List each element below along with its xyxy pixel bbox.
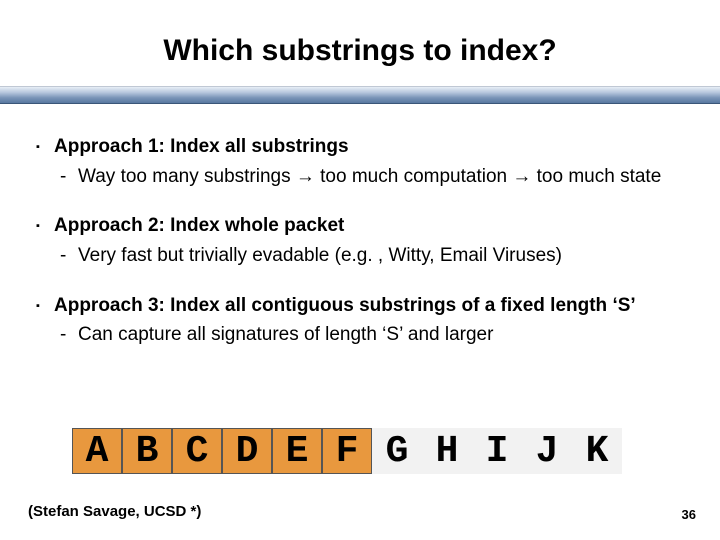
- bullet-marker: ▪: [36, 213, 54, 268]
- sub-bullet: - Very fast but trivially evadable (e.g.…: [54, 243, 684, 269]
- slide-body: ▪ Approach 1: Index all substrings - Way…: [0, 104, 720, 348]
- sub-bullet-text: Very fast but trivially evadable (e.g. ,…: [78, 243, 684, 269]
- bullet-approach-2: ▪ Approach 2: Index whole packet - Very …: [36, 213, 684, 268]
- bullet-heading: Approach 2: Index whole packet: [54, 213, 684, 239]
- bullet-approach-3: ▪ Approach 3: Index all contiguous subst…: [36, 293, 684, 348]
- letter-cell: C: [172, 428, 222, 474]
- letter-cell: D: [222, 428, 272, 474]
- bullet-marker: ▪: [36, 134, 54, 189]
- letter-cell: K: [572, 428, 622, 474]
- letter-cell: F: [322, 428, 372, 474]
- sub-bullet-text: Way too many substrings → too much compu…: [78, 164, 684, 190]
- letter-cell: E: [272, 428, 322, 474]
- sub-bullet-marker: -: [54, 243, 78, 269]
- letter-cell: B: [122, 428, 172, 474]
- sub-bullet: - Can capture all signatures of length ‘…: [54, 322, 684, 348]
- letter-strip: A B C D E F G H I J K: [72, 428, 622, 474]
- sub-bullet-marker: -: [54, 322, 78, 348]
- slide-title: Which substrings to index?: [0, 0, 720, 86]
- letter-cell: I: [472, 428, 522, 474]
- footer-citation: (Stefan Savage, UCSD *): [28, 503, 201, 520]
- bullet-heading: Approach 1: Index all substrings: [54, 134, 684, 160]
- letter-cell: J: [522, 428, 572, 474]
- slide: Which substrings to index? ▪ Approach 1:…: [0, 0, 720, 540]
- sub-bullet: - Way too many substrings → too much com…: [54, 164, 684, 190]
- bullet-approach-1: ▪ Approach 1: Index all substrings - Way…: [36, 134, 684, 189]
- sub-bullet-marker: -: [54, 164, 78, 190]
- bullet-marker: ▪: [36, 293, 54, 348]
- title-underline-bar: [0, 86, 720, 104]
- bullet-heading: Approach 3: Index all contiguous substri…: [54, 293, 684, 319]
- sub-bullet-text: Can capture all signatures of length ‘S’…: [78, 322, 684, 348]
- page-number: 36: [682, 507, 696, 522]
- letter-cell: H: [422, 428, 472, 474]
- letter-cell: A: [72, 428, 122, 474]
- letter-cell: G: [372, 428, 422, 474]
